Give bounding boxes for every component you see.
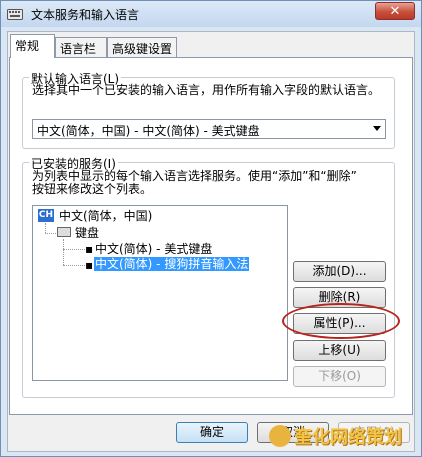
installed-services-description-line1: 为列表中显示的每个输入语言选择服务。使用“添加”和“删除” — [32, 169, 357, 183]
tab-advanced-key-settings[interactable]: 高级键设置 — [107, 37, 177, 57]
installed-services-tree[interactable]: CH 中文(简体，中国) 键盘 ▪ ▪ 中文(简体) - 美式键盘 中文(简体)… — [32, 205, 288, 381]
watermark-text: 奎化网络策划 — [294, 427, 402, 448]
tab-language-bar[interactable]: 语言栏 — [55, 37, 107, 57]
default-language-selected-value: 中文(简体，中国) - 中文(简体) - 美式键盘 — [37, 124, 260, 138]
add-button[interactable]: 添加(D)... — [293, 261, 386, 282]
tree-connector — [45, 233, 56, 234]
annotation-ellipse — [282, 303, 400, 339]
move-up-button[interactable]: 上移(U) — [293, 340, 386, 361]
installed-services-description-line2: 按钮来修改这个列表。 — [32, 182, 153, 196]
dialog-window: 文本服务和输入语言 ✕ 常规 语言栏 高级键设置 默认输入语言(L) 选择其中一… — [0, 0, 422, 457]
keyboard-icon — [57, 227, 71, 237]
title-bar[interactable]: 文本服务和输入语言 ✕ — [1, 1, 421, 27]
keyboard-app-icon — [7, 9, 23, 20]
tree-language-node[interactable]: 中文(简体，中国) — [59, 209, 152, 223]
default-language-description: 选择其中一个已安装的输入语言，用作所有输入字段的默认语言。 — [32, 83, 381, 97]
chevron-down-icon — [373, 126, 381, 131]
tab-general[interactable]: 常规 — [10, 34, 55, 58]
tree-service-item-selected[interactable]: 中文(简体) - 搜狗拼音输入法 — [94, 257, 250, 271]
language-badge-icon: CH — [38, 209, 54, 222]
move-down-button[interactable]: 下移(O) — [293, 366, 386, 387]
window-title: 文本服务和输入语言 — [31, 8, 140, 22]
tree-category-keyboard[interactable]: 键盘 — [75, 226, 99, 240]
bullet-icon: ▪ — [85, 258, 94, 272]
default-language-dropdown[interactable]: 中文(简体，中国) - 中文(简体) - 美式键盘 — [32, 119, 386, 139]
tree-connector — [63, 239, 64, 265]
tree-service-item[interactable]: 中文(简体) - 美式键盘 — [95, 242, 212, 256]
watermark-logo-icon — [269, 425, 291, 447]
tree-connector — [45, 223, 46, 233]
ok-button[interactable]: 确定 — [176, 422, 248, 443]
bullet-icon: ▪ — [85, 242, 94, 256]
close-button[interactable]: ✕ — [375, 2, 415, 20]
